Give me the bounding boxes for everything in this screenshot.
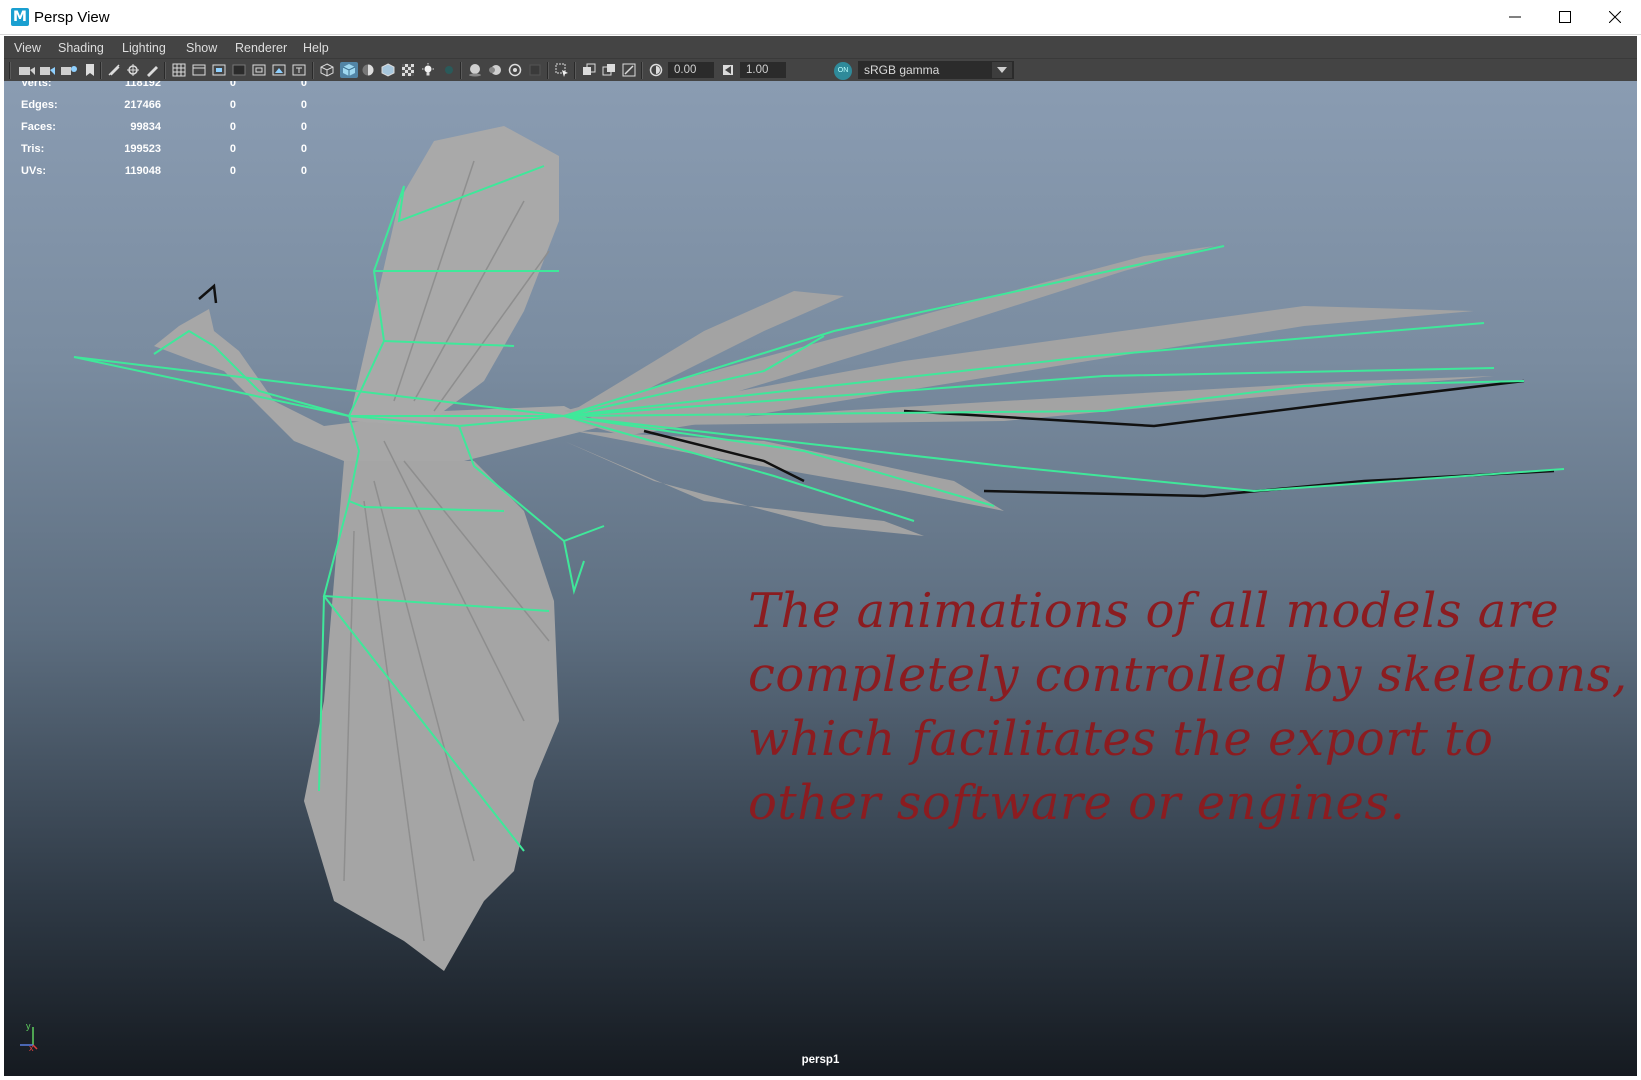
use-lights-icon[interactable] <box>421 63 435 77</box>
maximize-button[interactable] <box>1540 0 1590 34</box>
gate-mask-icon[interactable] <box>232 63 246 77</box>
menu-lighting[interactable]: Lighting <box>122 41 166 55</box>
chevron-down-icon <box>997 67 1007 73</box>
axis-label-y: y <box>26 1021 31 1031</box>
gamma-icon[interactable] <box>721 63 735 77</box>
checker-icon[interactable] <box>401 63 415 77</box>
menu-view[interactable]: View <box>14 41 41 55</box>
overlay-caption: The animations of all models are complet… <box>748 583 1628 831</box>
toolbar-separator <box>9 62 11 79</box>
hud-label: Tris: <box>21 143 45 155</box>
menu-show[interactable]: Show <box>186 41 217 55</box>
minimize-icon <box>1509 16 1521 18</box>
xray-joints-icon[interactable] <box>602 63 616 77</box>
isolate-select-icon[interactable] <box>555 63 569 77</box>
window-title: Persp View <box>34 9 110 26</box>
hud-value: 0 <box>300 121 307 133</box>
shadows-icon[interactable] <box>442 63 456 77</box>
phoenix-upper-wing <box>349 126 559 426</box>
safe-action-icon[interactable] <box>272 63 286 77</box>
smooth-shade-icon[interactable] <box>340 62 358 78</box>
toolbar-separator <box>547 62 549 79</box>
hud-label: Verts: <box>21 81 52 89</box>
hud-value: 0 <box>229 81 236 89</box>
exposure-field[interactable]: 0.00 <box>668 62 714 78</box>
gamma-field[interactable]: 1.00 <box>740 62 786 78</box>
camera-select-icon[interactable] <box>18 63 36 77</box>
minimize-button[interactable] <box>1490 0 1540 34</box>
resolution-gate-icon[interactable] <box>212 63 226 77</box>
exposure-icon[interactable] <box>649 63 663 77</box>
hud-value: 217466 <box>124 99 161 111</box>
anti-aliasing-icon[interactable] <box>508 63 522 77</box>
toolbar-separator <box>164 62 166 79</box>
two-d-pan-zoom-icon[interactable] <box>126 63 140 77</box>
hud-value: 0 <box>300 165 307 177</box>
hud-value: 0 <box>300 81 307 89</box>
close-icon <box>1609 11 1621 23</box>
view-transform-dropdown-arrow[interactable] <box>992 62 1012 78</box>
toolbar-separator <box>574 62 576 79</box>
hud-value: 118192 <box>124 81 161 89</box>
menu-help[interactable]: Help <box>303 41 329 55</box>
hud-value: 0 <box>300 99 307 111</box>
view-transform-dropdown[interactable]: sRGB gamma <box>858 61 1014 79</box>
maya-logo-icon: M <box>11 8 29 26</box>
camera-attributes-icon[interactable] <box>39 63 57 77</box>
xray-components-icon[interactable] <box>622 63 636 77</box>
toolbar-separator <box>641 62 643 79</box>
color-management-toggle[interactable]: ON <box>834 62 852 80</box>
panel-toolbar: 0.00 1.00 ON sRGB gamma <box>4 58 1637 82</box>
persp-viewport[interactable]: Verts: 118192 0 0 Edges: 217466 0 0 Face… <box>4 81 1637 1076</box>
grease-pencil-icon[interactable] <box>145 63 159 77</box>
motion-blur-icon[interactable] <box>488 63 502 77</box>
safe-title-icon[interactable] <box>292 63 306 77</box>
film-gate-icon[interactable] <box>192 63 206 77</box>
menu-renderer[interactable]: Renderer <box>235 41 287 55</box>
toolbar-separator <box>312 62 314 79</box>
wireframe-icon[interactable] <box>320 63 334 77</box>
bookmark-icon[interactable] <box>83 63 97 77</box>
hud-value: 0 <box>229 121 236 133</box>
axis-label-x: x <box>29 1043 34 1053</box>
camera-name-label: persp1 <box>801 1054 840 1066</box>
xray-icon[interactable] <box>582 63 596 77</box>
hud-value: 0 <box>229 143 236 155</box>
textured-icon[interactable] <box>381 63 395 77</box>
hud-value: 0 <box>300 143 307 155</box>
hud-value: 0 <box>229 165 236 177</box>
toolbar-separator <box>460 62 462 79</box>
hud-value: 0 <box>229 99 236 111</box>
grid-icon[interactable] <box>172 63 186 77</box>
maximize-icon <box>1559 11 1571 23</box>
camera-bookmarks-icon[interactable] <box>60 63 78 77</box>
close-button[interactable] <box>1590 0 1640 34</box>
toolbar-separator <box>100 62 102 79</box>
screen-space-ao-icon[interactable] <box>468 63 482 77</box>
hud-value: 199523 <box>124 143 161 155</box>
panel-menubar: View Shading Lighting Show Renderer Help <box>4 36 1637 58</box>
hud-value: 119048 <box>124 165 161 177</box>
hud-value: 99834 <box>130 121 161 133</box>
menu-shading[interactable]: Shading <box>58 41 104 55</box>
hud-label: Faces: <box>21 121 56 133</box>
image-plane-icon[interactable] <box>107 63 121 77</box>
default-material-icon[interactable] <box>361 63 375 77</box>
window-titlebar: M Persp View <box>0 0 1641 35</box>
hud-label: Edges: <box>21 99 58 111</box>
hud-label: UVs: <box>21 165 47 177</box>
field-chart-icon[interactable] <box>252 63 266 77</box>
depth-of-field-icon[interactable] <box>528 63 542 77</box>
